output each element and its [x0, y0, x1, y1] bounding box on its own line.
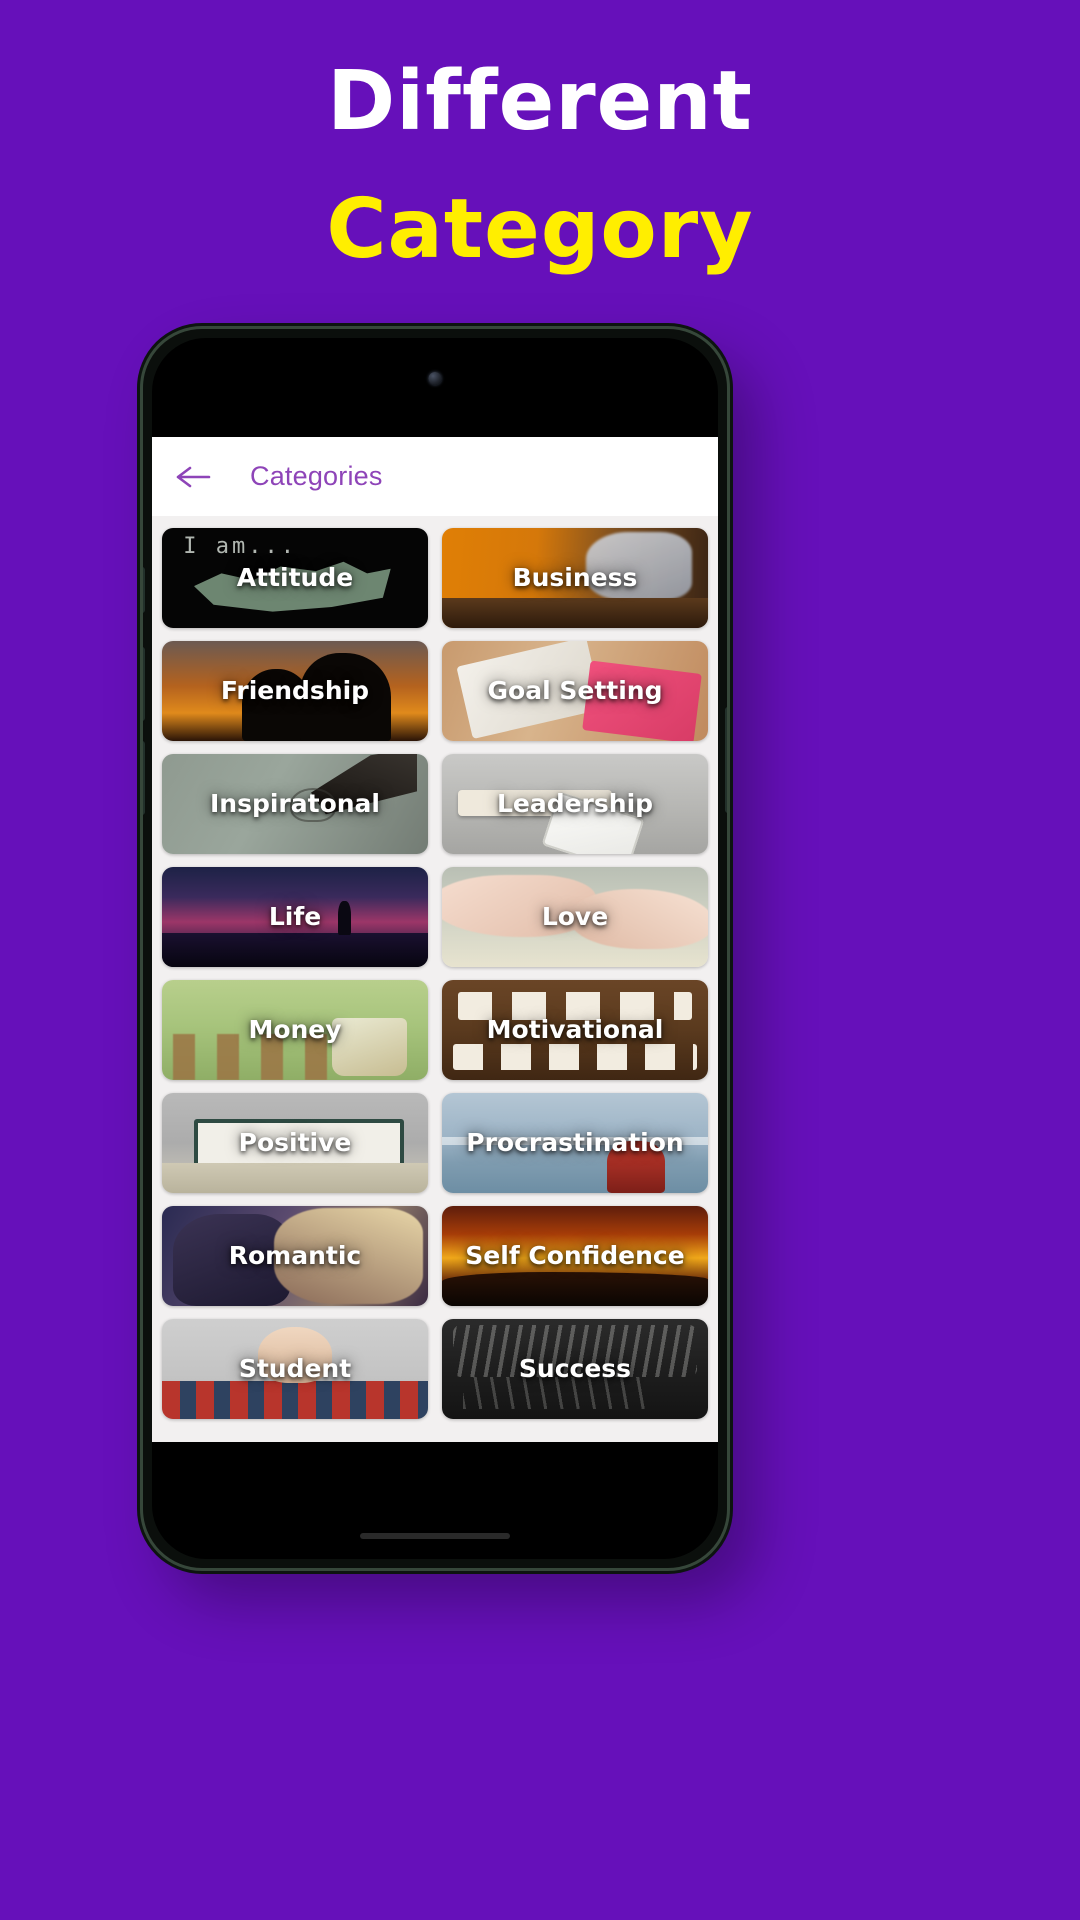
- category-card[interactable]: Motivational: [442, 980, 708, 1080]
- category-label: Procrastination: [466, 1128, 684, 1158]
- category-grid: Attitude Business Friendship Goal Setting In…: [152, 516, 718, 1429]
- category-label: Attitude: [236, 563, 354, 593]
- category-card[interactable]: Attitude: [162, 528, 428, 628]
- category-label: Business: [512, 563, 638, 593]
- category-label: Leadership: [496, 789, 654, 819]
- page-title: Categories: [250, 461, 383, 491]
- app-screen: Categories Attitude Business Friendship Goa…: [152, 437, 718, 1442]
- category-label: Motivational: [486, 1015, 664, 1045]
- phone-notch: [311, 338, 559, 372]
- category-card[interactable]: Inspiratonal: [162, 754, 428, 854]
- category-label: Romantic: [228, 1241, 362, 1271]
- phone-display: Categories Attitude Business Friendship Goa…: [152, 338, 718, 1559]
- category-card[interactable]: Goal Setting: [442, 641, 708, 741]
- promo-heading-block: Different Category: [0, 0, 1080, 280]
- category-card[interactable]: Student: [162, 1319, 428, 1419]
- category-label: Money: [248, 1015, 342, 1045]
- category-card[interactable]: Positive: [162, 1093, 428, 1193]
- category-label: Inspiratonal: [209, 789, 380, 819]
- promo-title-line-1: Different: [327, 54, 753, 149]
- category-card[interactable]: Money: [162, 980, 428, 1080]
- category-label: Self Confidence: [465, 1241, 685, 1271]
- home-indicator: [360, 1533, 510, 1539]
- front-camera-icon: [428, 372, 442, 385]
- phone-button-silent[interactable]: [143, 567, 145, 613]
- category-label: Student: [238, 1354, 352, 1384]
- category-card[interactable]: Self Confidence: [442, 1206, 708, 1306]
- category-label: Life: [268, 902, 322, 932]
- category-card[interactable]: Friendship: [162, 641, 428, 741]
- category-label: Success: [518, 1354, 632, 1384]
- app-bar: Categories: [152, 437, 718, 516]
- phone-button-power[interactable]: [725, 707, 727, 813]
- category-card[interactable]: Love: [442, 867, 708, 967]
- category-label: Friendship: [220, 676, 370, 706]
- category-card[interactable]: Procrastination: [442, 1093, 708, 1193]
- category-card[interactable]: Romantic: [162, 1206, 428, 1306]
- phone-button-volume-up[interactable]: [143, 647, 145, 721]
- phone-button-volume-down[interactable]: [143, 741, 145, 815]
- category-card[interactable]: Life: [162, 867, 428, 967]
- category-label: Love: [541, 902, 609, 932]
- category-label: Positive: [238, 1128, 352, 1158]
- category-label: Goal Setting: [487, 676, 663, 706]
- category-card[interactable]: Leadership: [442, 754, 708, 854]
- category-card[interactable]: Success: [442, 1319, 708, 1419]
- phone-mockup: Categories Attitude Business Friendship Goa…: [140, 326, 730, 1571]
- category-card[interactable]: Business: [442, 528, 708, 628]
- promo-title-line-2: Category: [326, 182, 754, 278]
- arrow-left-icon[interactable]: [176, 464, 212, 490]
